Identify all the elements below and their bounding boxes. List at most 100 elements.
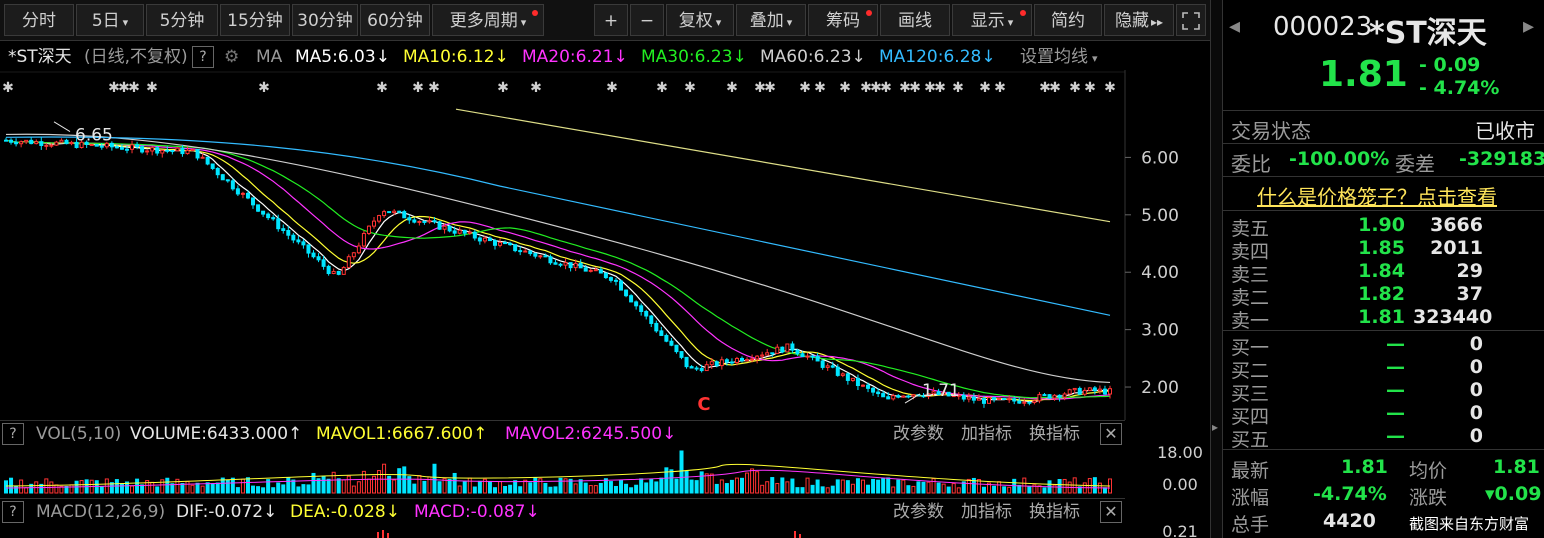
price-cage-link[interactable]: 什么是价格笼子？点击查看 xyxy=(1257,181,1497,210)
vol-params-button[interactable]: 改参数 xyxy=(893,421,944,447)
volume-bar xyxy=(649,478,654,494)
volume-bar xyxy=(573,483,578,494)
candle-body xyxy=(498,242,503,246)
ma5-text: MA5:6.03 xyxy=(295,47,376,67)
candle-body xyxy=(563,262,568,266)
candle-body xyxy=(830,365,835,368)
ma60-text: MA60:6.23 xyxy=(760,47,852,67)
bid-level-price: — xyxy=(1386,379,1405,401)
simple-mode-button[interactable]: 简约 xyxy=(1034,4,1102,36)
ma-label: MA xyxy=(256,47,283,67)
ask-level-price: 1.81 xyxy=(1358,306,1405,328)
candle-body xyxy=(961,394,966,400)
volume-bar xyxy=(790,478,795,494)
volume-bar xyxy=(437,481,442,494)
last-price: 1.81 xyxy=(1319,54,1408,95)
candle-body xyxy=(1042,394,1047,397)
help-icon[interactable]: ? xyxy=(2,423,24,445)
candle-body xyxy=(976,398,981,401)
bid-level-price: — xyxy=(1386,402,1405,424)
candle-body xyxy=(1022,401,1027,404)
tab-5min[interactable]: 5分钟 xyxy=(146,4,218,36)
tab-60min[interactable]: 60分钟 xyxy=(360,4,430,36)
candle-body xyxy=(321,259,326,267)
macd-add-indicator-button[interactable]: 加指标 xyxy=(961,499,1012,525)
display-button[interactable]: 显示 ▾ xyxy=(952,4,1032,36)
volume-bar xyxy=(719,479,724,494)
help-icon[interactable]: ? xyxy=(192,46,214,68)
ma-settings-dropdown[interactable]: 设置均线 ▾ xyxy=(1020,43,1098,73)
adjust-button[interactable]: 复权 ▾ xyxy=(666,4,734,36)
candle-body xyxy=(39,141,44,146)
event-marker-icon: ✱ xyxy=(799,80,811,96)
draw-line-button[interactable]: 画线 xyxy=(880,4,950,36)
candle-body xyxy=(639,305,644,312)
candle-body xyxy=(1052,394,1057,399)
candle-body xyxy=(135,144,140,148)
vol-mavol1: MAVOL1:6667.600↑ xyxy=(316,421,487,447)
next-stock-arrow-icon[interactable]: ▸ xyxy=(1523,14,1534,39)
tab-5day[interactable]: 5日 ▾ xyxy=(76,4,144,36)
candle-body xyxy=(896,395,901,398)
candle-body xyxy=(457,229,462,234)
volume-bar xyxy=(966,478,971,494)
zoom-out-button[interactable]: − xyxy=(630,4,664,36)
volume-bar xyxy=(457,485,462,494)
tab-intraday[interactable]: 分时 xyxy=(4,4,74,36)
candle-body xyxy=(603,272,608,279)
display-label: 显示 xyxy=(970,11,1005,31)
volume-bar xyxy=(4,480,8,494)
candle-body xyxy=(291,234,296,241)
zoom-in-button[interactable]: + xyxy=(594,4,628,36)
hide-button[interactable]: 隐藏 ▸▸ xyxy=(1104,4,1174,36)
chart-mode-label: (日线,不复权) xyxy=(84,47,188,67)
volume-bar xyxy=(558,477,563,494)
volume-bar xyxy=(951,483,956,494)
candle-body xyxy=(1002,397,1007,400)
volume-bar xyxy=(659,477,664,494)
candle-body xyxy=(770,352,775,355)
close-icon[interactable]: ✕ xyxy=(1100,423,1122,445)
notification-dot xyxy=(532,10,538,16)
candle-body xyxy=(719,359,724,367)
candle-body xyxy=(1082,389,1087,395)
candle-body xyxy=(452,230,457,234)
overlay-button[interactable]: 叠加 ▾ xyxy=(736,4,806,36)
tab-more-label: 更多周期 xyxy=(449,11,518,31)
candle-body xyxy=(876,391,881,395)
event-marker-icon: ✱ xyxy=(412,80,424,96)
macd-chart[interactable]: 0.21 xyxy=(0,524,1210,538)
vol-switch-indicator-button[interactable]: 换指标 xyxy=(1029,421,1080,447)
candle-body xyxy=(356,245,361,254)
candle-body xyxy=(992,397,997,400)
vol-add-indicator-button[interactable]: 加指标 xyxy=(961,421,1012,447)
macd-switch-indicator-button[interactable]: 换指标 xyxy=(1029,499,1080,525)
collapse-arrow-icon[interactable]: ▸ xyxy=(1212,420,1218,434)
chips-button[interactable]: 筹码 xyxy=(808,4,878,36)
tab-15min[interactable]: 15分钟 xyxy=(220,4,290,36)
candle-body xyxy=(649,315,654,324)
volume-chart[interactable]: 18.00 0.00 xyxy=(0,446,1210,498)
event-marker-icon: ✱ xyxy=(909,80,921,96)
price-axis-label: 4.00 xyxy=(1141,263,1179,283)
help-icon[interactable]: ? xyxy=(2,501,24,523)
candle-body xyxy=(810,355,815,358)
ask-level-label: 卖一 xyxy=(1231,310,1270,332)
divider xyxy=(1223,210,1544,211)
chart-event-marker: C xyxy=(697,394,710,415)
tab-more-periods[interactable]: 更多周期 ▾ xyxy=(432,4,544,36)
gear-icon[interactable]: ⚙ xyxy=(224,43,239,71)
macd-params-button[interactable]: 改参数 xyxy=(893,499,944,525)
expand-icon[interactable] xyxy=(1176,4,1206,36)
prev-stock-arrow-icon[interactable]: ◂ xyxy=(1229,14,1240,39)
candle-body xyxy=(850,377,855,381)
tab-30min[interactable]: 30分钟 xyxy=(292,4,358,36)
candle-body xyxy=(790,343,795,351)
down-arrow-icon: ↓ xyxy=(613,47,628,67)
kline-chart[interactable]: ✱ ✱✱✱ ✱ ✱ ✱ ✱ ✱ ✱ ✱ ✱ ✱ ✱ ✱ ✱✱ ✱ ✱ ✱ ✱✱✱ ✱✱ ✱✱ ✱ ✱ ✱ ✱✱ ✱ ✱ ✱ 6.00… xyxy=(0,70,1210,420)
chart-grid xyxy=(0,70,1126,420)
candle-body xyxy=(124,148,129,151)
volume-bar xyxy=(815,479,820,494)
volume-bar xyxy=(694,480,699,494)
close-icon[interactable]: ✕ xyxy=(1100,501,1122,523)
